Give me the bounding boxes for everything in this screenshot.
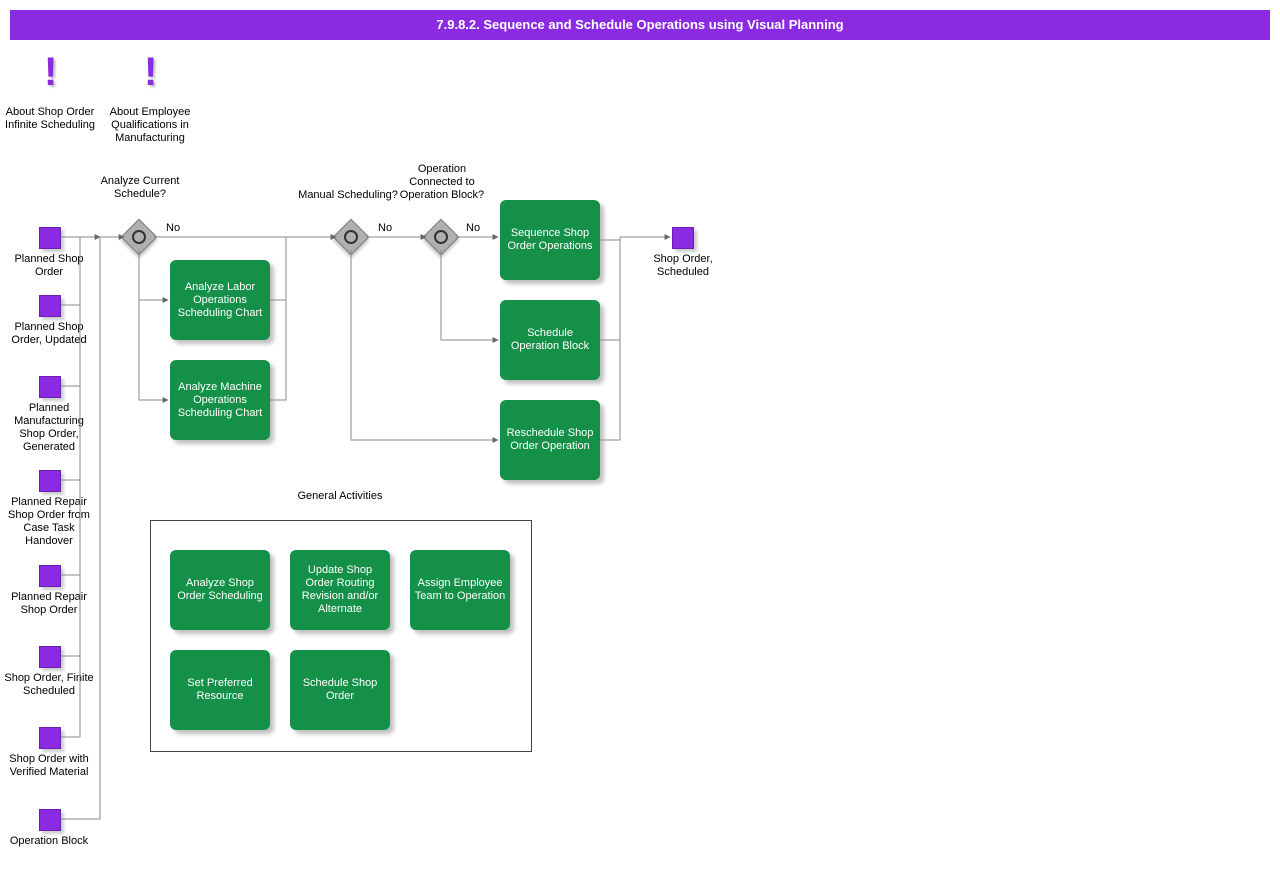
activity-label: Update Shop Order Routing Revision and/o… <box>294 564 386 616</box>
note-label[interactable]: About Employee Qualifications in Manufac… <box>100 106 200 145</box>
activity[interactable]: Schedule Shop Order <box>290 650 390 730</box>
exclamation-icon: ! <box>144 50 157 95</box>
start-event-label: Planned Repair Shop Order from Case Task… <box>4 496 94 548</box>
start-event[interactable] <box>39 470 61 492</box>
title-bar: 7.9.8.2. Sequence and Schedule Operation… <box>10 10 1270 40</box>
title-text: 7.9.8.2. Sequence and Schedule Operation… <box>436 17 843 32</box>
diagram-canvas: 7.9.8.2. Sequence and Schedule Operation… <box>0 0 1280 871</box>
gateway[interactable] <box>126 224 152 250</box>
start-event[interactable] <box>39 809 61 831</box>
start-event[interactable] <box>39 295 61 317</box>
edge-label: No <box>166 222 180 234</box>
activity-label: Analyze Shop Order Scheduling <box>174 577 266 603</box>
note-label[interactable]: About Shop Order Infinite Scheduling <box>0 106 100 132</box>
start-event-label: Shop Order with Verified Material <box>4 753 94 779</box>
activity[interactable]: Update Shop Order Routing Revision and/o… <box>290 550 390 630</box>
activity[interactable]: Assign Employee Team to Operation <box>410 550 510 630</box>
activity[interactable]: Analyze Labor Operations Scheduling Char… <box>170 260 270 340</box>
activity[interactable]: Schedule Operation Block <box>500 300 600 380</box>
start-event-label: Operation Block <box>4 835 94 848</box>
activity-label: Schedule Shop Order <box>294 677 386 703</box>
group-title: General Activities <box>290 490 390 502</box>
activity-label: Analyze Labor Operations Scheduling Char… <box>174 281 266 320</box>
gateway[interactable] <box>338 224 364 250</box>
activity[interactable]: Analyze Shop Order Scheduling <box>170 550 270 630</box>
activity-label: Set Preferred Resource <box>174 677 266 703</box>
start-event[interactable] <box>39 376 61 398</box>
activity[interactable]: Reschedule Shop Order Operation <box>500 400 600 480</box>
gateway-label: Operation Connected to Operation Block? <box>392 163 492 202</box>
start-event-label: Planned Repair Shop Order <box>4 591 94 617</box>
activity-label: Schedule Operation Block <box>504 327 596 353</box>
start-event[interactable] <box>39 565 61 587</box>
edge-label: No <box>378 222 392 234</box>
start-event-label: Planned Shop Order <box>4 253 94 279</box>
edge-label: No <box>466 222 480 234</box>
exclamation-icon: ! <box>44 50 57 95</box>
start-event-label: Planned Shop Order, Updated <box>4 321 94 347</box>
activity[interactable]: Analyze Machine Operations Scheduling Ch… <box>170 360 270 440</box>
start-event-label: Shop Order, Finite Scheduled <box>4 672 94 698</box>
activity-label: Reschedule Shop Order Operation <box>504 427 596 453</box>
activity[interactable]: Sequence Shop Order Operations <box>500 200 600 280</box>
activity-label: Analyze Machine Operations Scheduling Ch… <box>174 381 266 420</box>
start-event-label: Planned Manufacturing Shop Order, Genera… <box>4 402 94 454</box>
activity-label: Assign Employee Team to Operation <box>414 577 506 603</box>
gateway-label: Analyze Current Schedule? <box>90 175 190 201</box>
activity[interactable]: Set Preferred Resource <box>170 650 270 730</box>
gateway[interactable] <box>428 224 454 250</box>
start-event[interactable] <box>39 646 61 668</box>
start-event[interactable] <box>39 227 61 249</box>
gateway-label: Manual Scheduling? <box>298 189 398 202</box>
end-event[interactable] <box>672 227 694 249</box>
end-event-label: Shop Order, Scheduled <box>638 253 728 279</box>
activity-label: Sequence Shop Order Operations <box>504 227 596 253</box>
start-event[interactable] <box>39 727 61 749</box>
